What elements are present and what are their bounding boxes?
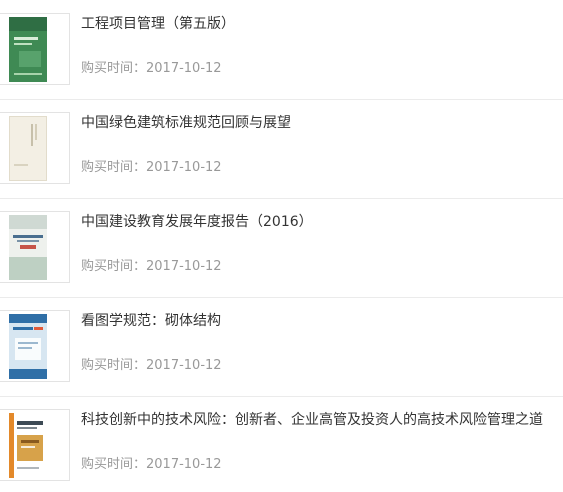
purchase-date-value: 2017-10-12 [146, 160, 222, 175]
purchase-date: 购买时间：2017-10-12 [81, 357, 222, 375]
purchase-date-value: 2017-10-12 [146, 358, 222, 373]
book-title[interactable]: 科技创新中的技术风险：创新者、企业高管及投资人的高技术风险管理之道 [81, 410, 543, 430]
purchase-date: 购买时间：2017-10-12 [81, 258, 222, 276]
book-title[interactable]: 中国绿色建筑标准规范回顾与展望 [81, 113, 291, 133]
book-cover-orange-icon [9, 413, 47, 478]
purchase-date-label: 购买时间： [81, 61, 147, 76]
book-cover-mist-icon [9, 215, 47, 280]
list-item: 中国建设教育发展年度报告（2016） 购买时间：2017-10-12 [0, 198, 563, 297]
book-title[interactable]: 看图学规范：砌体结构 [81, 311, 221, 331]
book-cover-cream-icon [9, 116, 47, 181]
book-title[interactable]: 工程项目管理（第五版） [81, 14, 235, 34]
list-item: 科技创新中的技术风险：创新者、企业高管及投资人的高技术风险管理之道 购买时间：2… [0, 396, 563, 492]
purchase-date: 购买时间：2017-10-12 [81, 159, 222, 177]
purchase-date-label: 购买时间： [81, 259, 147, 274]
book-thumbnail[interactable] [0, 112, 70, 184]
list-item: 中国绿色建筑标准规范回顾与展望 购买时间：2017-10-12 [0, 99, 563, 198]
book-thumbnail[interactable] [0, 13, 70, 85]
list-item: 工程项目管理（第五版） 购买时间：2017-10-12 [0, 0, 563, 99]
book-title[interactable]: 中国建设教育发展年度报告（2016） [81, 212, 313, 232]
purchase-date-value: 2017-10-12 [146, 457, 222, 472]
book-cover-blue-icon [9, 314, 47, 379]
list-item: 看图学规范：砌体结构 购买时间：2017-10-12 [0, 297, 563, 396]
purchase-date-value: 2017-10-12 [146, 61, 222, 76]
purchase-date-label: 购买时间： [81, 358, 147, 373]
book-thumbnail[interactable] [0, 409, 70, 481]
purchase-date: 购买时间：2017-10-12 [81, 60, 222, 78]
purchase-date-value: 2017-10-12 [146, 259, 222, 274]
book-thumbnail[interactable] [0, 310, 70, 382]
purchase-date: 购买时间：2017-10-12 [81, 456, 222, 474]
book-cover-green-icon [9, 17, 47, 82]
purchase-date-label: 购买时间： [81, 457, 147, 472]
book-thumbnail[interactable] [0, 211, 70, 283]
purchased-books-list: 工程项目管理（第五版） 购买时间：2017-10-12 中国绿色建筑标准规范回顾… [0, 0, 563, 492]
purchase-date-label: 购买时间： [81, 160, 147, 175]
